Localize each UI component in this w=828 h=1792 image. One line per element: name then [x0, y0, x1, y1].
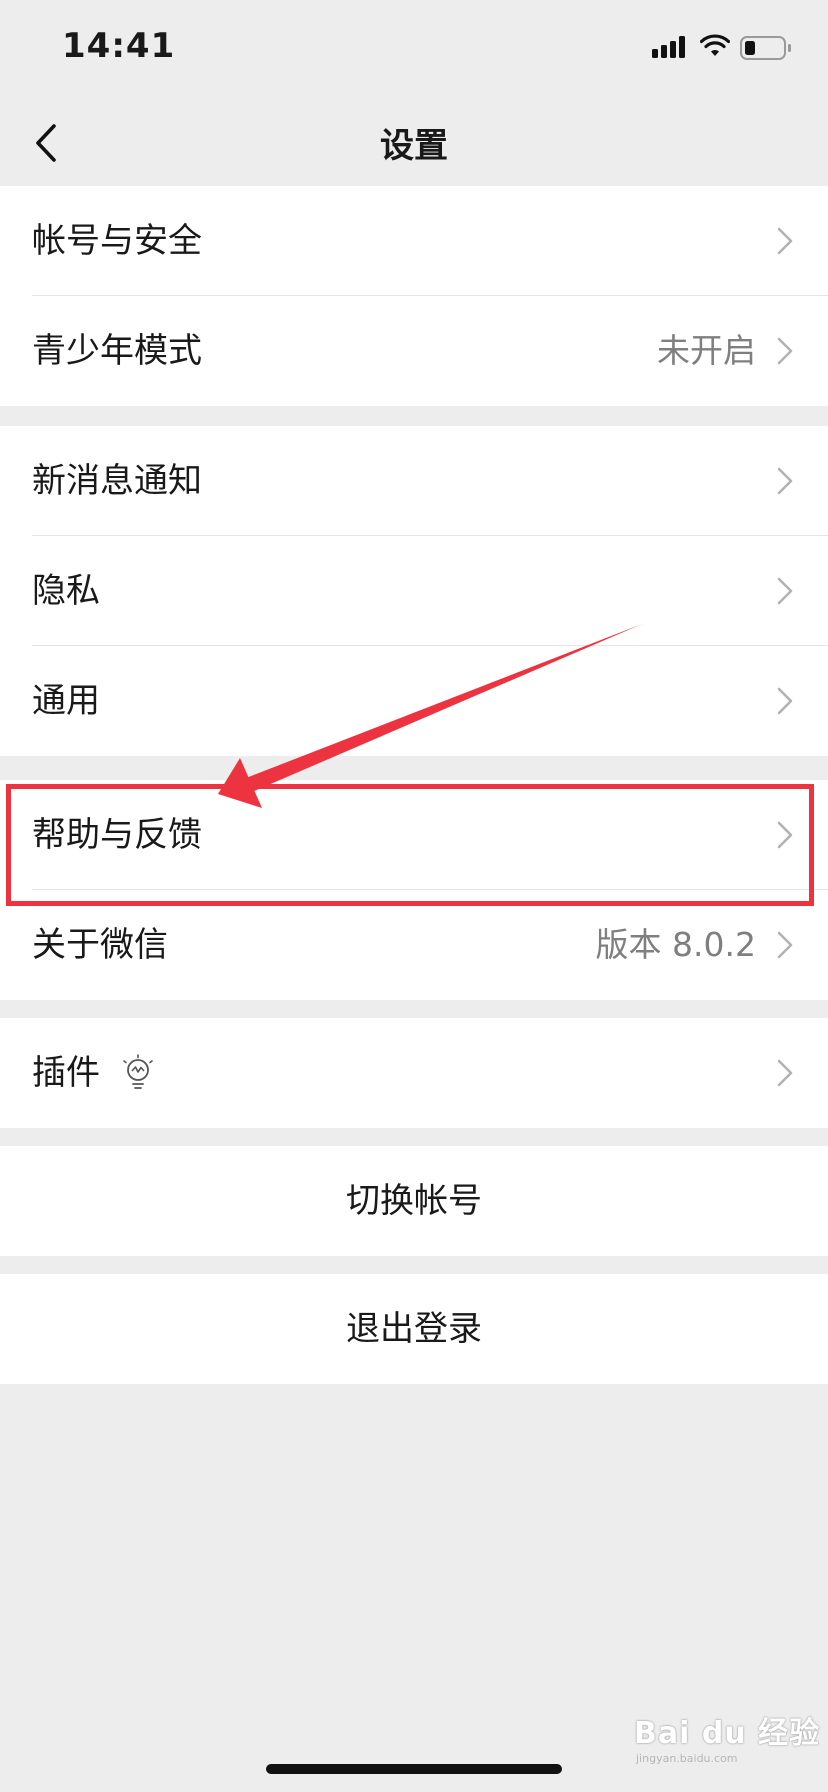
switch-account-label: 切换帐号	[346, 1181, 482, 1221]
settings-group-plugins: 插件	[0, 1018, 828, 1128]
settings-item-notifications[interactable]: 新消息通知	[0, 426, 828, 536]
chevron-right-icon	[777, 577, 793, 605]
settings-item-about[interactable]: 关于微信 版本 8.0.2	[0, 890, 828, 1000]
teen-mode-status: 未开启	[657, 331, 756, 370]
chevron-right-icon	[777, 337, 793, 365]
settings-item-label: 隐私	[32, 571, 100, 611]
page-title: 设置	[380, 126, 448, 166]
status-bar: 14:41	[0, 0, 828, 100]
settings-item-label: 关于微信	[32, 925, 168, 965]
settings-item-general[interactable]: 通用	[0, 646, 828, 756]
switch-account-group: 切换帐号	[0, 1146, 828, 1256]
settings-item-privacy[interactable]: 隐私	[0, 536, 828, 646]
settings-item-label: 通用	[32, 681, 100, 721]
settings-item-label: 插件	[32, 1053, 100, 1093]
baidu-watermark: Bai du 经验	[634, 1716, 821, 1751]
chevron-right-icon	[777, 227, 793, 255]
baidu-watermark-url: jingyan.baidu.com	[636, 1752, 738, 1765]
settings-item-label: 帐号与安全	[32, 221, 202, 261]
settings-item-plugins[interactable]: 插件	[0, 1018, 828, 1128]
home-indicator	[266, 1764, 562, 1774]
chevron-right-icon	[777, 467, 793, 495]
lightbulb-icon	[123, 1054, 153, 1089]
chevron-right-icon	[777, 1059, 793, 1087]
nav-bar: 设置	[0, 100, 828, 186]
switch-account-button[interactable]: 切换帐号	[0, 1146, 828, 1256]
settings-item-label: 新消息通知	[32, 461, 202, 501]
wifi-icon	[700, 34, 730, 56]
annotation-highlight-box	[6, 784, 814, 906]
signal-icon	[652, 36, 685, 58]
logout-group: 退出登录	[0, 1274, 828, 1384]
settings-item-teen-mode[interactable]: 青少年模式 未开启	[0, 296, 828, 406]
settings-group-account: 帐号与安全 青少年模式 未开启	[0, 186, 828, 406]
settings-group-general: 新消息通知 隐私 通用	[0, 426, 828, 756]
app-version: 版本 8.0.2	[595, 925, 756, 964]
battery-icon	[740, 36, 791, 60]
chevron-right-icon	[777, 931, 793, 959]
logout-label: 退出登录	[346, 1309, 482, 1349]
settings-item-label: 青少年模式	[32, 331, 202, 371]
settings-item-account-security[interactable]: 帐号与安全	[0, 186, 828, 296]
logout-button[interactable]: 退出登录	[0, 1274, 828, 1384]
chevron-right-icon	[777, 687, 793, 715]
status-time: 14:41	[62, 26, 176, 66]
